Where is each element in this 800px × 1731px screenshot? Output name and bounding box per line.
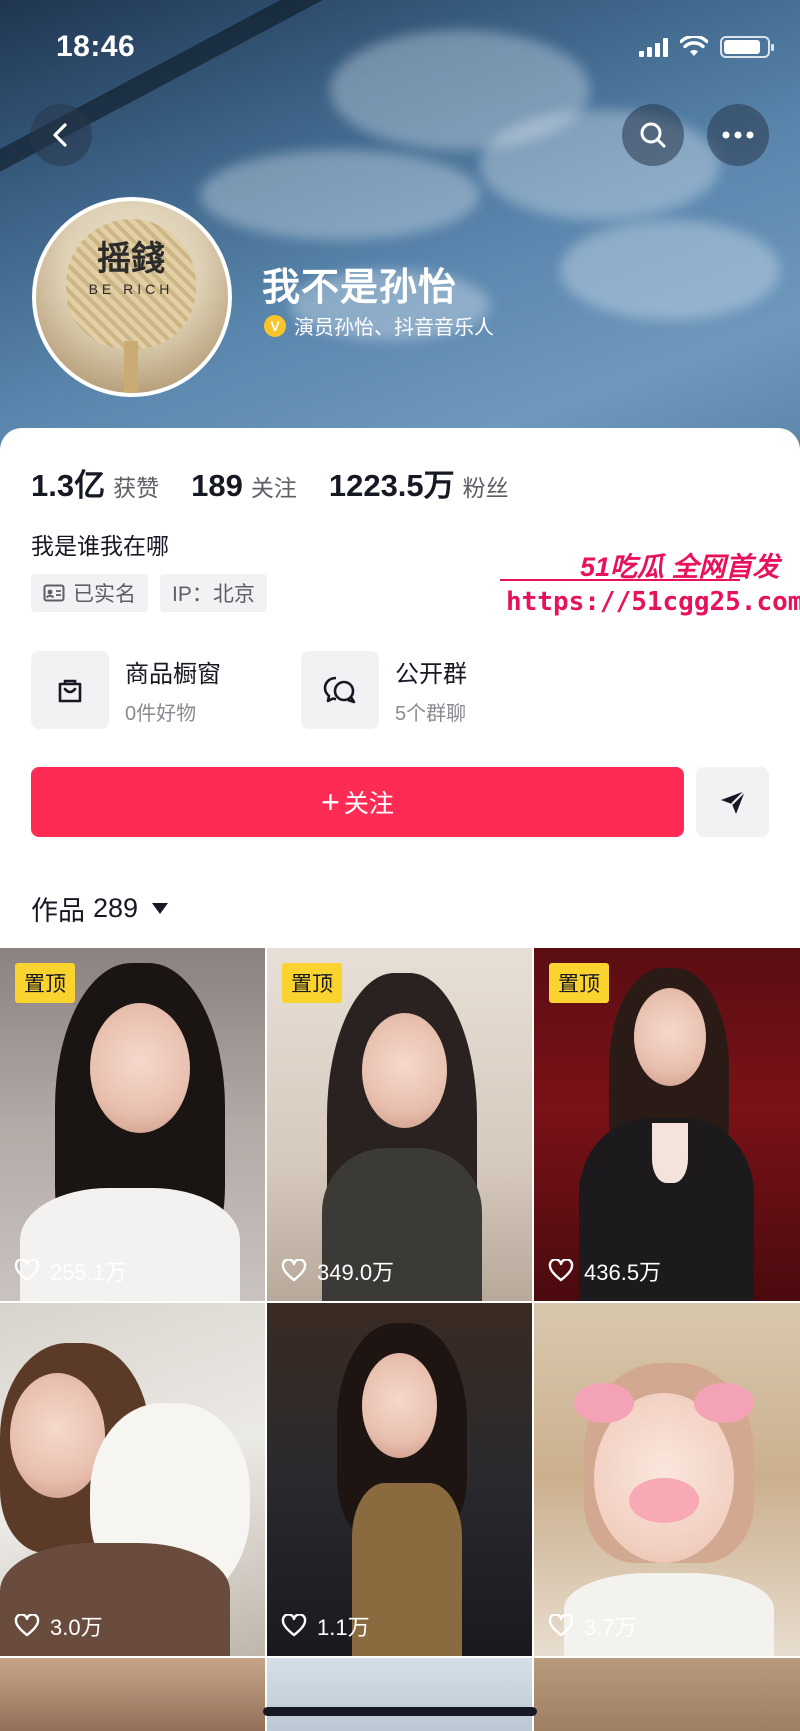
video-likes: 436.5万	[548, 1255, 661, 1287]
verified-badge-icon: V	[264, 314, 286, 337]
video-tile[interactable]: 置顶 436.5万	[534, 948, 800, 1301]
pinned-badge: 置顶	[15, 963, 75, 1003]
shopping-bag-icon	[58, 679, 82, 703]
paper-plane-icon	[720, 790, 746, 814]
tag-ip: IP：北京	[160, 574, 267, 612]
video-likes-count: 255.1万	[50, 1260, 128, 1285]
heart-outline-icon	[281, 1614, 307, 1637]
profile-username: 我不是孙怡	[262, 267, 458, 309]
stat-followers-label: 粉丝	[462, 475, 509, 501]
video-likes-count: 436.5万	[584, 1260, 662, 1285]
profile-bio: 我是谁我在哪	[31, 533, 169, 559]
chevron-left-icon	[53, 123, 67, 147]
tab-works[interactable]: 作品 289	[31, 889, 169, 928]
profile-features: 商品橱窗 0件好物 公开群 5个群聊	[31, 651, 541, 729]
heart-outline-icon	[14, 1259, 40, 1282]
stat-followers[interactable]: 1223.5万 粉丝	[329, 460, 509, 505]
more-button[interactable]	[707, 104, 769, 166]
home-indicator	[263, 1707, 537, 1716]
video-tile[interactable]: 置顶 349.0万	[267, 948, 532, 1301]
search-icon	[640, 122, 666, 148]
heart-outline-icon	[548, 1614, 574, 1637]
watermark: 51吃瓜 全网首发 https://51cgg25.com	[500, 545, 800, 625]
video-likes: 255.1万	[14, 1255, 127, 1287]
tag-ip-label: IP：北京	[172, 583, 255, 606]
video-tile[interactable]	[0, 1658, 265, 1731]
plus-icon: +	[321, 784, 340, 820]
caret-down-icon	[152, 903, 169, 914]
video-likes: 3.0万	[14, 1610, 103, 1642]
pinned-badge: 置顶	[549, 963, 609, 1003]
stat-likes-value: 1.3亿	[31, 468, 106, 503]
stat-likes-label: 获赞	[113, 475, 160, 501]
video-likes: 3.7万	[548, 1610, 637, 1642]
video-likes-count: 3.7万	[584, 1615, 637, 1640]
video-likes: 349.0万	[281, 1255, 394, 1287]
heart-outline-icon	[14, 1614, 40, 1637]
verification-line: V 演员孙怡、抖音音乐人	[264, 311, 494, 340]
tab-works-count: 289	[93, 893, 139, 923]
verification-text: 演员孙怡、抖音音乐人	[294, 317, 494, 339]
video-tile[interactable]: 3.0万	[0, 1303, 265, 1656]
stat-followers-value: 1223.5万	[328, 468, 455, 503]
video-tile[interactable]: 置顶 255.1万	[0, 948, 265, 1301]
stat-following-label: 关注	[250, 475, 297, 501]
feature-public-group-sub: 5个群聊	[395, 703, 467, 725]
works-grid: 置顶 255.1万 置顶 349.0万 置顶 436.5万 3.0万 1.1万 …	[0, 948, 800, 1731]
video-tile[interactable]	[267, 1658, 532, 1731]
heart-outline-icon	[548, 1259, 574, 1282]
wifi-icon	[680, 36, 708, 56]
feature-public-group-title: 公开群	[395, 661, 467, 688]
feature-shop-window-sub: 0件好物	[125, 703, 197, 725]
chat-bubbles-icon	[323, 676, 356, 704]
video-tile[interactable]	[534, 1658, 800, 1731]
tag-realname-label: 已实名	[73, 583, 136, 606]
stat-following[interactable]: 189 关注	[191, 468, 297, 504]
watermark-url: https://51cgg25.com	[506, 587, 800, 617]
tag-realname: 已实名	[31, 574, 148, 612]
video-likes-count: 1.1万	[317, 1615, 370, 1640]
tab-works-label: 作品	[31, 896, 85, 926]
video-likes: 1.1万	[281, 1610, 370, 1642]
more-dots-icon	[722, 131, 754, 139]
search-button[interactable]	[622, 104, 684, 166]
stat-following-value: 189	[191, 468, 243, 503]
heart-outline-icon	[281, 1259, 307, 1282]
avatar-fan-text: 摇錢	[97, 239, 165, 279]
stat-likes[interactable]: 1.3亿 获赞	[31, 460, 159, 505]
feature-shop-window-title: 商品橱窗	[125, 661, 221, 688]
pinned-badge: 置顶	[282, 963, 342, 1003]
feature-shop-window[interactable]: 商品橱窗 0件好物	[31, 651, 271, 729]
cellular-signal-icon	[639, 37, 668, 57]
profile-stats: 1.3亿 获赞 189 关注 1223.5万 粉丝	[31, 460, 509, 505]
back-button[interactable]	[30, 104, 92, 166]
follow-button-label: 关注	[343, 790, 394, 818]
video-tile[interactable]: 3.7万	[534, 1303, 800, 1656]
battery-icon	[720, 36, 774, 58]
follow-button[interactable]: + 关注	[31, 767, 684, 837]
video-likes-count: 349.0万	[317, 1260, 395, 1285]
share-button[interactable]	[696, 767, 769, 837]
id-card-icon	[43, 584, 65, 602]
video-tile[interactable]: 1.1万	[267, 1303, 532, 1656]
feature-public-group[interactable]: 公开群 5个群聊	[301, 651, 541, 729]
status-time: 18:46	[56, 30, 136, 63]
profile-tags: 已实名 IP：北京	[31, 574, 267, 612]
status-bar: 18:46	[0, 0, 800, 96]
video-likes-count: 3.0万	[50, 1615, 103, 1640]
avatar-fan-subtext: BE RICH	[88, 281, 174, 297]
avatar[interactable]: 摇錢 BE RICH	[32, 197, 232, 397]
